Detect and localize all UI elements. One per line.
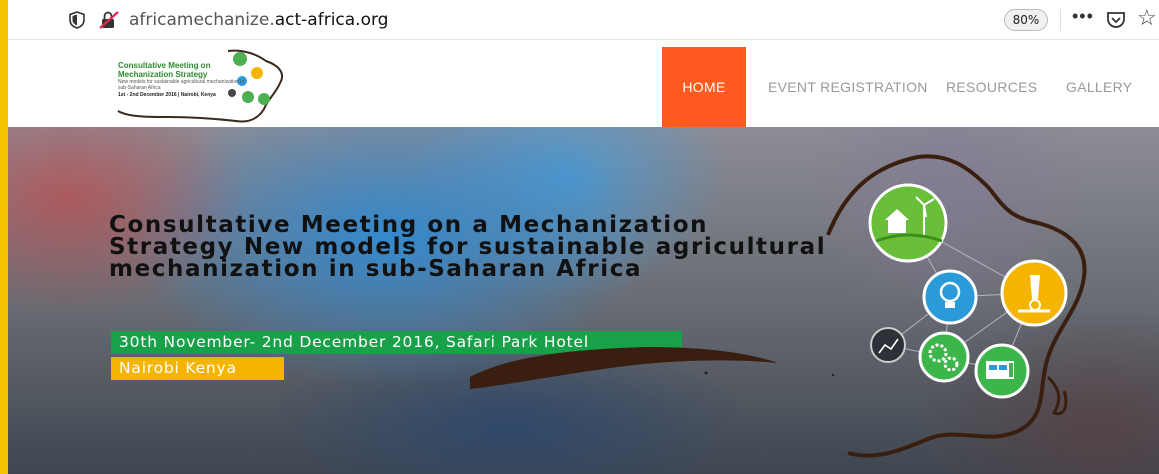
url-domain: act-africa.org: [274, 10, 389, 30]
url-subdomain: africamechanize.: [129, 10, 275, 30]
nav-resources[interactable]: RESOURCES: [946, 47, 1037, 127]
shield-icon[interactable]: [68, 11, 86, 29]
hero-banner: Consultative Meeting on a Mechanization …: [8, 127, 1159, 474]
machine-icon: [974, 343, 1030, 399]
logo-date: 1st - 2nd December 2016 | Nairobi, Kenya: [118, 92, 216, 98]
site-header: Consultative Meeting on Mechanization St…: [8, 41, 1159, 127]
chart-icon: [870, 327, 906, 363]
bookmark-star-icon[interactable]: ☆: [1137, 5, 1157, 31]
logo-title: Consultative Meeting on Mechanization St…: [118, 61, 211, 79]
logo-text: Consultative Meeting on Mechanization St…: [118, 61, 248, 98]
site-logo[interactable]: Consultative Meeting on Mechanization St…: [108, 47, 288, 125]
logo-subtitle: New models for sustainable agricultural …: [118, 79, 245, 91]
lightbulb-icon: [922, 269, 978, 325]
insecure-lock-icon[interactable]: [99, 11, 119, 29]
event-city-badge: Nairobi Kenya: [111, 357, 284, 380]
nav-gallery[interactable]: GALLERY: [1066, 47, 1132, 127]
microscope-icon: [1000, 259, 1068, 327]
url-text[interactable]: africamechanize.act-africa.org: [129, 10, 388, 30]
dot-decoration: [704, 371, 708, 375]
gears-icon: [918, 331, 970, 383]
madagascar-outline: [1046, 375, 1068, 416]
swoosh-lower: [470, 347, 778, 389]
dot-decoration: [831, 373, 835, 377]
africa-map-illustration: [470, 154, 1087, 458]
address-bar[interactable]: africamechanize.act-africa.org 80% ••• ☆: [8, 0, 1159, 40]
zoom-indicator[interactable]: 80%: [1004, 9, 1048, 31]
pocket-icon[interactable]: [1106, 10, 1126, 30]
toolbar-divider: [1060, 9, 1061, 31]
farm-icon: [868, 183, 948, 263]
nav-home[interactable]: HOME: [662, 47, 746, 127]
nav-event-registration[interactable]: EVENT REGISTRATION: [768, 47, 928, 127]
browser-window: africamechanize.act-africa.org 80% ••• ☆…: [8, 0, 1159, 474]
more-actions-icon[interactable]: •••: [1072, 6, 1094, 27]
